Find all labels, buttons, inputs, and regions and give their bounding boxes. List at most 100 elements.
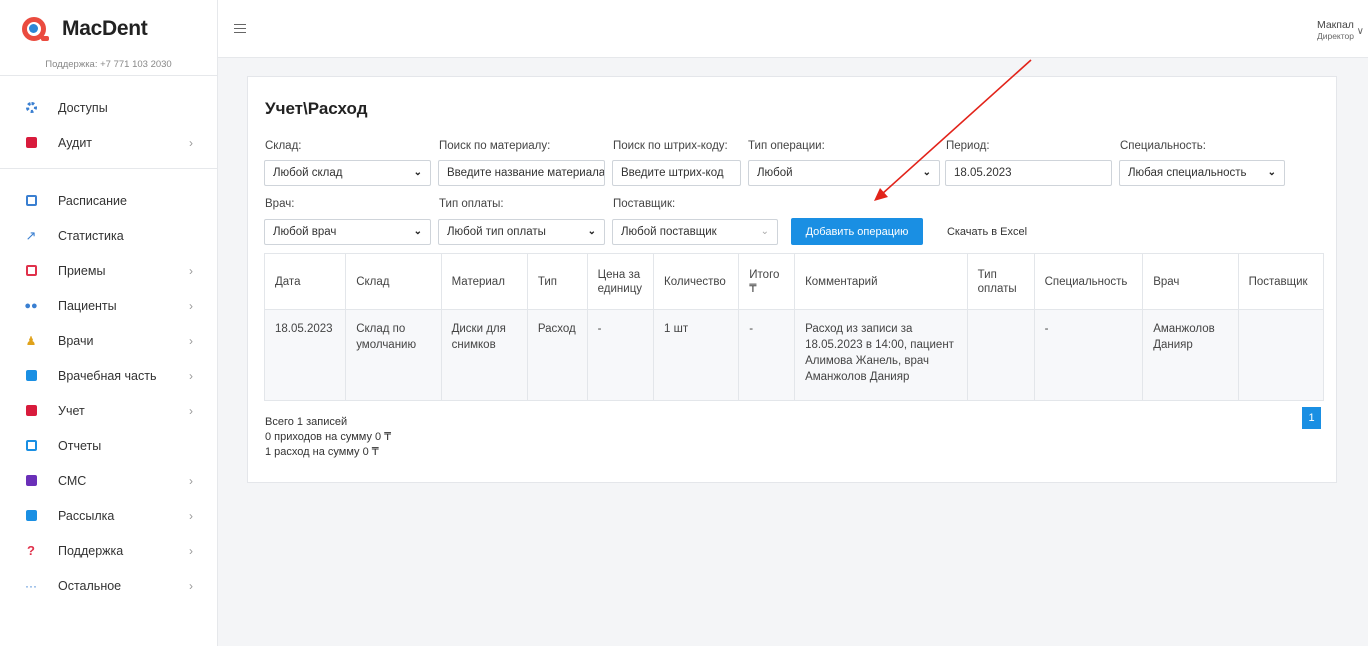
sidebar-item[interactable]: Расписание [0, 183, 217, 218]
sidebar-item[interactable]: Отчеты [0, 428, 217, 463]
sidebar-menu-main: Расписание ↗ Статистика Приемы › ●● Пациенты › ♟… [0, 183, 217, 603]
brand[interactable]: MacDent [0, 0, 217, 58]
summary-expense: 1 расход на сумму 0 ₸ [265, 446, 379, 458]
chart-icon: ↗ [25, 227, 37, 243]
chevron-right-icon: › [189, 263, 193, 278]
column-header: Тип [526, 253, 588, 310]
chevron-down-icon: ⌄ [413, 167, 422, 178]
table-body: 18.05.2023 Склад по умолчанию Диски для сн… [263, 309, 1325, 401]
table-cell: - [738, 309, 796, 401]
sidebar-item-label: Остальное [58, 578, 122, 593]
table-cell: Расход [526, 309, 588, 401]
sidebar-item[interactable]: Рассылка › [0, 498, 217, 533]
more-icon: ··· [25, 578, 37, 593]
sidebar-item[interactable]: ↗ Статистика [0, 218, 217, 253]
sidebar-item[interactable]: Врачебная часть › [0, 358, 217, 393]
user-role: Директор [1316, 31, 1354, 41]
operation-type-select[interactable]: Любой ⌄ [748, 160, 940, 186]
sidebar-item-label: Пациенты [58, 298, 117, 313]
table-cell: - [586, 309, 655, 401]
sidebar-item-label: Аудит [58, 135, 93, 150]
column-header: Поставщик [1237, 253, 1325, 310]
summary: Всего 1 записей 0 приходов на сумму 0 ₸ … [265, 415, 391, 460]
period-input[interactable]: 18.05.2023 [945, 160, 1112, 186]
table-cell [966, 309, 1035, 401]
sidebar-item-label: Расписание [58, 193, 127, 208]
chevron-down-icon: ⌄ [922, 167, 931, 178]
barcode-search-label: Поиск по штрих-коду: [613, 140, 728, 152]
payment-type-select[interactable]: Любой тип оплаты ⌄ [438, 219, 605, 245]
medkit-icon [24, 369, 38, 383]
column-header: Итого ₸ [738, 253, 796, 310]
table-row[interactable]: 18.05.2023 Склад по умолчанию Диски для сн… [263, 309, 1325, 401]
doctor-value: Любой врач [273, 226, 337, 238]
chevron-down-icon: ⌄ [587, 226, 596, 237]
sidebar-item[interactable]: Приемы › [0, 253, 217, 288]
sidebar: MacDent Поддержка: +7 771 103 2030 Досту… [0, 0, 218, 646]
chevron-right-icon: › [189, 135, 193, 150]
sidebar-item[interactable]: Учет › [0, 393, 217, 428]
sidebar-item[interactable]: ··· Остальное › [0, 568, 217, 603]
support-phone: Поддержка: +7 771 103 2030 [0, 58, 217, 76]
warehouse-select[interactable]: Любой склад ⌄ [264, 160, 431, 186]
supplier-label: Поставщик: [613, 198, 676, 210]
payment-type-value: Любой тип оплаты [447, 226, 546, 238]
chevron-right-icon: › [189, 333, 193, 348]
sidebar-item-label: Доступы [58, 100, 108, 115]
sidebar-item-label: Врачи [58, 333, 94, 348]
pagination-page-1[interactable]: 1 [1302, 407, 1321, 429]
sidebar-item[interactable]: ●● Пациенты › [0, 288, 217, 323]
table-cell: 1 шт [653, 309, 740, 401]
doctor-icon: ♟ [25, 333, 37, 348]
supplier-value: Любой поставщик [621, 226, 717, 238]
doctor-select[interactable]: Любой врач ⌄ [264, 219, 431, 245]
people-icon: ●● [24, 299, 38, 312]
chevron-right-icon: › [189, 298, 193, 313]
brand-name: MacDent [62, 17, 148, 40]
period-label: Период: [946, 140, 990, 152]
sidebar-item[interactable]: СМС › [0, 463, 217, 498]
barcode-search-field[interactable] [621, 167, 740, 179]
sidebar-item[interactable]: Доступы [0, 90, 217, 125]
calendar-icon [24, 264, 38, 278]
chevron-down-icon: ⌄ [413, 226, 422, 237]
table-cell: Диски для снимков [440, 309, 528, 401]
sidebar-divider [0, 168, 217, 169]
user-menu[interactable]: Макпал Директор ∨ [1316, 20, 1364, 42]
supplier-select[interactable]: Любой поставщик ⌄ [612, 219, 778, 245]
topbar: Макпал Директор ∨ [218, 0, 1368, 58]
sidebar-item-label: Врачебная часть [58, 368, 157, 383]
macdent-logo-icon [22, 17, 49, 41]
book-icon [24, 404, 38, 418]
payment-type-label: Тип оплаты: [439, 198, 504, 210]
column-header: Материал [440, 253, 528, 310]
column-header: Тип оплаты [966, 253, 1035, 310]
barcode-search-input[interactable] [612, 160, 741, 186]
operation-type-value: Любой [757, 167, 793, 179]
add-operation-button[interactable]: Добавить операцию [791, 218, 923, 245]
sidebar-item[interactable]: ♟ Врачи › [0, 323, 217, 358]
expense-table: Дата Склад Материал Тип Цена за единицу Колич… [263, 253, 1325, 401]
sidebar-menu-admin: Доступы Аудит › [0, 90, 217, 160]
column-header: Врач [1142, 253, 1239, 310]
specialty-select[interactable]: Любая специальность ⌄ [1119, 160, 1285, 186]
hamburger-menu-icon[interactable] [234, 24, 246, 33]
material-search-input[interactable] [438, 160, 605, 186]
chevron-right-icon: › [189, 543, 193, 558]
calendar-icon [24, 439, 38, 453]
specialty-value: Любая специальность [1128, 167, 1247, 179]
table-cell: - [1033, 309, 1144, 401]
column-header: Комментарий [794, 253, 968, 310]
sidebar-item[interactable]: ? Поддержка › [0, 533, 217, 568]
chevron-right-icon: › [189, 403, 193, 418]
chat-icon [24, 509, 38, 523]
summary-total: Всего 1 записей [265, 416, 348, 428]
sidebar-item[interactable]: Аудит › [0, 125, 217, 160]
table-cell: 18.05.2023 [263, 309, 347, 401]
table-cell: Расход из записи за 18.05.2023 в 14:00, … [794, 309, 968, 401]
download-excel-button[interactable]: Скачать в Excel [933, 218, 1041, 245]
sidebar-item-label: СМС [58, 473, 87, 488]
material-search-field[interactable] [447, 167, 604, 179]
column-header: Дата [263, 253, 347, 310]
summary-income: 0 приходов на сумму 0 ₸ [265, 431, 392, 443]
